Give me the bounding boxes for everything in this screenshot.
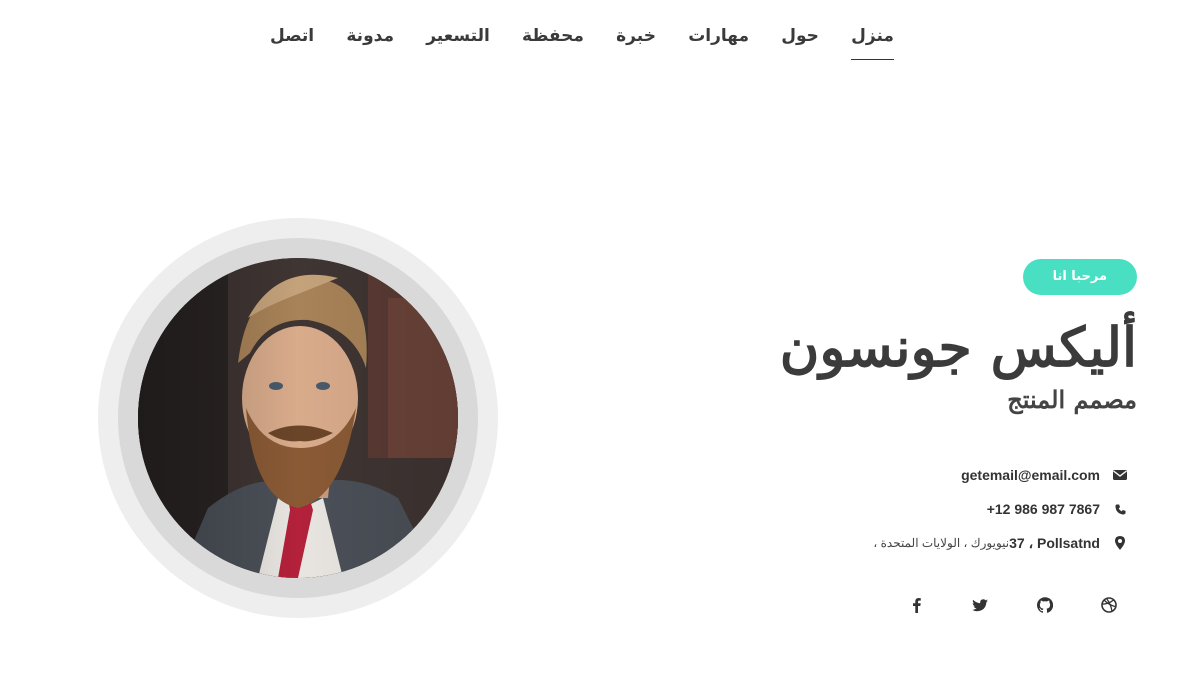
social-links bbox=[905, 594, 1120, 616]
envelope-icon bbox=[1112, 467, 1128, 483]
profile-role: مصمم المنتج bbox=[1007, 385, 1137, 414]
profile-name: أليكس جونسون bbox=[779, 315, 1137, 379]
nav-item-home[interactable]: منزل bbox=[851, 22, 894, 60]
avatar-ring-outer bbox=[98, 218, 498, 618]
main-nav: منزل حول مهارات خبرة محفظة التسعير مدونة… bbox=[0, 0, 1190, 80]
dribbble-icon[interactable] bbox=[1098, 594, 1120, 616]
github-icon[interactable] bbox=[1034, 594, 1056, 616]
map-marker-icon bbox=[1112, 535, 1128, 551]
nav-item-portfolio[interactable]: محفظة bbox=[522, 22, 584, 50]
nav-item-blog[interactable]: مدونة bbox=[346, 22, 394, 50]
twitter-icon[interactable] bbox=[969, 594, 991, 616]
contact-phone-row[interactable]: +12 986 987 7867 bbox=[869, 492, 1128, 526]
contact-email[interactable]: getemail@email.com bbox=[961, 467, 1100, 483]
avatar-ring-inner bbox=[118, 238, 478, 598]
profile-photo bbox=[138, 258, 458, 578]
contact-phone[interactable]: +12 986 987 7867 bbox=[987, 501, 1100, 517]
contact-address-row: ، نيويورك ، الولايات المتحدة 37 ، Pollsa… bbox=[869, 526, 1128, 560]
nav-item-contact[interactable]: اتصل bbox=[270, 22, 314, 50]
nav-item-about[interactable]: حول bbox=[781, 22, 819, 50]
nav-item-skills[interactable]: مهارات bbox=[688, 22, 749, 50]
contact-info: getemail@email.com +12 986 987 7867 ، ني… bbox=[869, 458, 1128, 560]
phone-icon bbox=[1112, 501, 1128, 517]
nav-list: منزل حول مهارات خبرة محفظة التسعير مدونة… bbox=[270, 22, 894, 60]
greeting-badge: مرحبا انا bbox=[1022, 259, 1137, 295]
contact-email-row[interactable]: getemail@email.com bbox=[869, 458, 1128, 492]
facebook-icon[interactable] bbox=[905, 594, 927, 616]
hero-section: مرحبا انا أليكس جونسون مصمم المنتج bbox=[577, 259, 1137, 417]
contact-address: 37 ، Pollsatnd bbox=[1009, 534, 1100, 551]
nav-item-pricing[interactable]: التسعير bbox=[426, 22, 490, 50]
nav-item-experience[interactable]: خبرة bbox=[616, 22, 656, 50]
contact-address-city: ، نيويورك ، الولايات المتحدة bbox=[873, 536, 1010, 550]
